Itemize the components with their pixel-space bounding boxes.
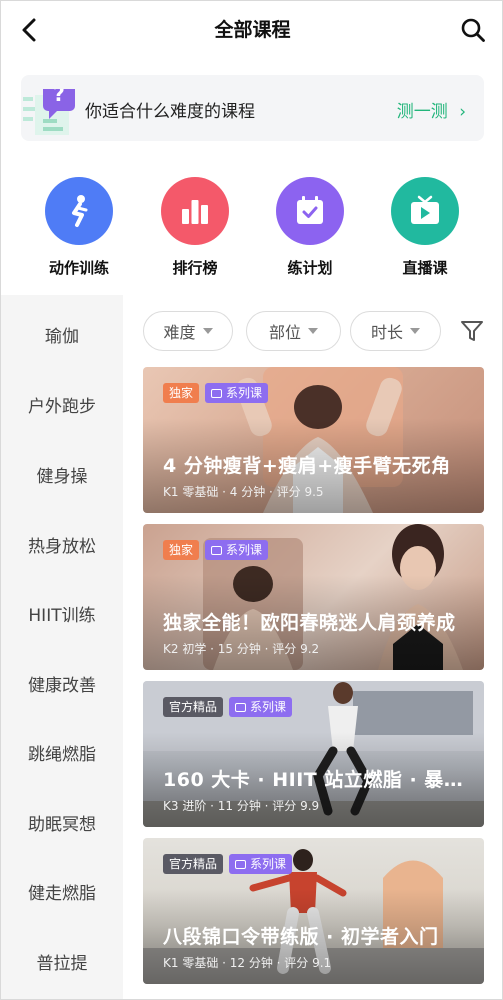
series-tag-label: 系列课: [250, 700, 287, 714]
tv-icon: [211, 545, 223, 555]
course-title: 160 大卡 · HIIT 站立燃脂 · 暴汗训练: [163, 769, 468, 791]
caret-down-icon: [202, 328, 213, 334]
sidebar-item-health[interactable]: 健康改善: [1, 656, 123, 716]
series-tag-label: 系列课: [226, 543, 263, 557]
sidebar-item-pilates[interactable]: 普拉提: [1, 934, 123, 994]
quick-nav-label: 直播课: [402, 259, 448, 277]
quick-nav-icon-bg: [45, 177, 113, 245]
quick-nav-label: 动作训练: [48, 259, 109, 277]
course-card[interactable]: 独家 系列课 独家全能！欧阳春晓迷人肩颈养成 K2 初学 · 15 分钟 · 评…: [143, 524, 484, 670]
quick-nav-leaderboard[interactable]: 排行榜: [145, 177, 245, 278]
quick-nav-icon-bg: [276, 177, 344, 245]
caret-down-icon: [308, 328, 318, 334]
sidebar-item-jump-rope[interactable]: 跳绳燃脂: [1, 725, 123, 785]
chevron-right-icon: ›: [459, 102, 466, 122]
filter-funnel-icon[interactable]: [460, 319, 484, 343]
series-tag-label: 系列课: [226, 386, 263, 400]
course-tags: 官方精品 系列课: [163, 854, 293, 874]
category-sidebar: 瑜伽 户外跑步 健身操 热身放松 HIIT训练 健康改善 跳绳燃脂 助眠冥想 健…: [1, 295, 123, 999]
sidebar-item-meditation[interactable]: 助眠冥想: [1, 795, 123, 855]
filter-label: 部位: [268, 323, 301, 342]
sidebar-item-walking[interactable]: 健走燃脂: [1, 864, 123, 924]
quick-nav: 动作训练 排行榜 练计划 直播课: [1, 177, 502, 281]
course-meta: K1 零基础 · 12 分钟 · 评分 9.1: [163, 956, 332, 970]
sidebar-item-yoga[interactable]: 瑜伽: [1, 307, 123, 367]
series-tag: 系列课: [205, 383, 269, 403]
quick-nav-icon-bg: [161, 177, 229, 245]
course-card[interactable]: 独家 系列课 4 分钟瘦背+瘦肩+瘦手臂无死角 K1 零基础 · 4 分钟 · …: [143, 367, 484, 513]
tv-icon: [211, 388, 223, 398]
course-meta: K3 进阶 · 11 分钟 · 评分 9.9: [163, 799, 320, 813]
course-tags: 独家 系列课: [163, 540, 269, 560]
filter-bar: 难度 部位 时长: [143, 311, 488, 353]
duration-filter[interactable]: 时长: [350, 311, 441, 351]
body-part-filter[interactable]: 部位: [246, 311, 341, 351]
sidebar-item-outdoor-running[interactable]: 户外跑步: [1, 377, 123, 437]
calendar-check-icon: [297, 196, 323, 224]
series-tag: 系列课: [205, 540, 269, 560]
series-tag: 系列课: [229, 697, 293, 717]
course-title: 八段锦口令带练版 · 初学者入门: [163, 926, 439, 948]
quick-nav-label: 排行榜: [172, 259, 218, 277]
bar-chart-icon: [182, 200, 208, 224]
course-tags: 官方精品 系列课: [163, 697, 293, 717]
course-card[interactable]: 官方精品 系列课 160 大卡 · HIIT 站立燃脂 · 暴汗训练 K3 进阶…: [143, 681, 484, 827]
tv-icon: [235, 859, 247, 869]
course-tags: 独家 系列课: [163, 383, 269, 403]
live-tv-icon: [411, 195, 439, 224]
sidebar-item-aerobics[interactable]: 健身操: [1, 447, 123, 507]
filter-label: 时长: [370, 323, 403, 342]
series-tag-label: 系列课: [250, 857, 287, 871]
quick-nav-motion-training[interactable]: 动作训练: [29, 177, 129, 278]
course-title: 独家全能！欧阳春晓迷人肩颈养成: [163, 612, 456, 634]
official-tag: 官方精品: [163, 854, 224, 874]
tv-icon: [235, 702, 247, 712]
sidebar-item-hiit[interactable]: HIIT训练: [1, 586, 123, 646]
quick-nav-icon-bg: [391, 177, 459, 245]
filter-label: 难度: [163, 323, 196, 342]
course-card[interactable]: 官方精品 系列课 八段锦口令带练版 · 初学者入门 K1 零基础 · 12 分钟…: [143, 838, 484, 984]
series-tag: 系列课: [229, 854, 293, 874]
app-screen: 全部课程 ? 你适合什么难度的课程 测一测 › 动作训练 排行榜 练计划 直播课…: [0, 0, 503, 1000]
course-title: 4 分钟瘦背+瘦肩+瘦手臂无死角: [163, 455, 451, 477]
svg-text:?: ?: [53, 89, 65, 106]
official-tag: 官方精品: [163, 697, 224, 717]
top-bar: 全部课程: [1, 1, 502, 59]
search-icon[interactable]: [460, 17, 486, 43]
quiz-link[interactable]: 测一测 ›: [397, 97, 466, 122]
quick-nav-plan[interactable]: 练计划: [260, 177, 360, 278]
page-title: 全部课程: [214, 19, 291, 41]
difficulty-filter[interactable]: 难度: [143, 311, 233, 351]
quiz-question-icon: ?: [23, 89, 75, 135]
caret-down-icon: [410, 328, 420, 334]
course-meta: K1 零基础 · 4 分钟 · 评分 9.5: [163, 485, 324, 499]
quick-nav-label: 练计划: [287, 259, 333, 277]
banner-text: 你适合什么难度的课程: [85, 102, 255, 122]
squat-icon: [72, 195, 88, 227]
difficulty-quiz-banner[interactable]: ? 你适合什么难度的课程 测一测 ›: [21, 75, 484, 141]
quick-nav-live[interactable]: 直播课: [375, 177, 475, 278]
exclusive-tag: 独家: [163, 383, 200, 403]
sidebar-item-warmup[interactable]: 热身放松: [1, 517, 123, 577]
exclusive-tag: 独家: [163, 540, 200, 560]
quiz-link-label: 测一测: [396, 102, 448, 122]
course-meta: K2 初学 · 15 分钟 · 评分 9.2: [163, 642, 320, 656]
